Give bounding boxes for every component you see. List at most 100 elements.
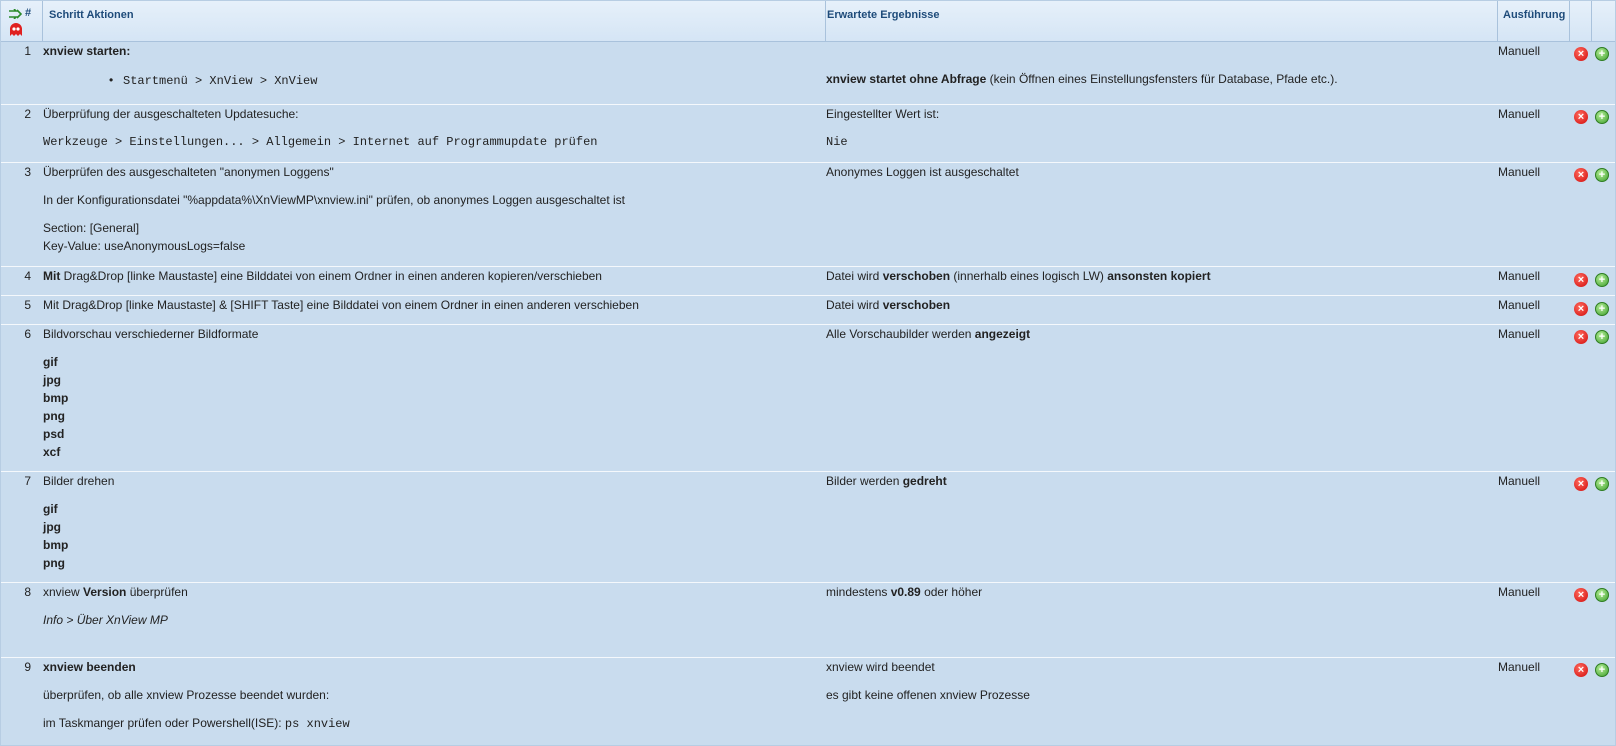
add-step-icon[interactable]: +: [1595, 663, 1609, 677]
expected-text: Alle Vorschaubilder werden: [826, 327, 975, 341]
expected-bold: verschoben: [882, 298, 951, 312]
format-item: psd: [43, 427, 65, 441]
row-number: 1: [24, 44, 31, 58]
expected-bold: verschoben: [882, 269, 951, 283]
table-row: 2 Überprüfung der ausgeschalteten Update…: [1, 105, 1615, 163]
format-item: png: [43, 409, 65, 423]
expected-result: xnview wird beendet: [826, 660, 935, 674]
bulk-edit-icon[interactable]: [8, 8, 23, 20]
ghost-icon[interactable]: [9, 23, 23, 37]
expected-text-2: oder höher: [920, 585, 983, 599]
expected-text: (kein Öffnen eines Einstellungsfensters …: [986, 72, 1338, 86]
expected-result: Eingestellter Wert ist:: [826, 107, 940, 121]
expected-result: Bilder werden gedreht: [826, 474, 947, 488]
add-step-icon[interactable]: +: [1595, 477, 1609, 491]
delete-step-icon[interactable]: ×: [1574, 47, 1588, 61]
step-action-text-2: überprüfen: [126, 585, 188, 599]
step-action: xnview starten:: [43, 44, 131, 58]
format-item: gif: [43, 502, 58, 516]
step-action-text: im Taskmanger prüfen oder Powershell(ISE…: [43, 716, 285, 730]
expected-bold: xnview startet ohne Abfrage: [826, 72, 987, 86]
expected-result: Alle Vorschaubilder werden angezeigt: [826, 327, 1030, 341]
step-action: Bilder drehen: [43, 474, 115, 488]
step-action: Mit Drag&Drop [linke Maustaste] eine Bil…: [43, 269, 602, 283]
format-item: bmp: [43, 538, 69, 552]
header-actions-cell[interactable]: Schritt Aktionen: [43, 1, 826, 41]
add-step-icon[interactable]: +: [1595, 588, 1609, 602]
header-execution: Ausführung: [1503, 9, 1566, 21]
step-action-bold: Mit: [43, 269, 61, 283]
delete-step-icon[interactable]: ×: [1574, 330, 1588, 344]
header-expected-cell[interactable]: Erwartete Ergebnisse: [826, 1, 1498, 41]
expected-text: mindestens: [826, 585, 891, 599]
row-number: 9: [24, 660, 31, 674]
row-number: 2: [24, 107, 31, 121]
add-step-icon[interactable]: +: [1595, 330, 1609, 344]
delete-step-icon[interactable]: ×: [1574, 477, 1588, 491]
format-item: gif: [43, 355, 58, 369]
expected-text: Datei wird: [826, 269, 883, 283]
row-number: 6: [24, 327, 31, 341]
row-number: 4: [24, 269, 31, 283]
header-expected: Erwartete Ergebnisse: [827, 9, 940, 21]
config-key-value: Key-Value: useAnonymousLogs=false: [43, 239, 246, 253]
table-row: 1 xnview starten: • Startmenü > XnView >…: [1, 42, 1615, 105]
delete-step-icon[interactable]: ×: [1574, 168, 1588, 182]
header-execution-cell[interactable]: Ausführung: [1498, 1, 1570, 41]
execution-mode: Manuell: [1498, 585, 1541, 599]
add-step-icon[interactable]: +: [1595, 302, 1609, 316]
delete-step-icon[interactable]: ×: [1574, 273, 1588, 287]
row-number: 3: [24, 165, 31, 179]
step-action-bold: Version: [83, 585, 127, 599]
header-num-cell[interactable]: #: [1, 1, 43, 41]
add-step-icon[interactable]: +: [1595, 110, 1609, 124]
bullet: •: [109, 73, 114, 87]
test-steps-table: # Schritt Aktionen Erwartete Ergebnisse …: [0, 0, 1616, 746]
delete-step-icon[interactable]: ×: [1574, 110, 1588, 124]
add-step-icon[interactable]: +: [1595, 168, 1609, 182]
format-item: bmp: [43, 391, 69, 405]
step-action: Mit Drag&Drop [linke Maustaste] & [SHIFT…: [43, 298, 639, 312]
step-action-detail: überprüfen, ob alle xnview Prozesse been…: [43, 688, 330, 702]
step-action-text: Drag&Drop [linke Maustaste] eine Bilddat…: [60, 269, 602, 283]
step-action-detail-2: im Taskmanger prüfen oder Powershell(ISE…: [43, 716, 350, 731]
step-action-detail: Info > Über XnView MP: [43, 613, 168, 627]
format-item: xcf: [43, 445, 61, 459]
row-number: 8: [24, 585, 31, 599]
expected-result-2: es gibt keine offenen xnview Prozesse: [826, 688, 1030, 702]
table-row: 5 Mit Drag&Drop [linke Maustaste] & [SHI…: [1, 296, 1615, 325]
add-step-icon[interactable]: +: [1595, 273, 1609, 287]
step-action: Bildvorschau verschiederner Bildformate: [43, 327, 259, 341]
delete-step-icon[interactable]: ×: [1574, 588, 1588, 602]
header-add-cell: [1592, 1, 1615, 41]
format-item: jpg: [43, 373, 61, 387]
table-row: 9 xnview beenden überprüfen, ob alle xnv…: [1, 658, 1615, 745]
header-actions: Schritt Aktionen: [49, 9, 134, 21]
expected-result: Datei wird verschoben: [826, 298, 950, 312]
table-row: 6 Bildvorschau verschiederner Bildformat…: [1, 325, 1615, 472]
delete-step-icon[interactable]: ×: [1574, 302, 1588, 316]
add-step-icon[interactable]: +: [1595, 47, 1609, 61]
expected-text-2: (innerhalb eines logisch LW): [950, 269, 1108, 283]
step-action: Überprüfen des ausgeschalteten "anonymen…: [43, 165, 334, 179]
expected-value: Nie: [826, 135, 848, 149]
delete-step-icon[interactable]: ×: [1574, 663, 1588, 677]
execution-mode: Manuell: [1498, 165, 1541, 179]
expected-bold: v0.89: [890, 585, 921, 599]
execution-mode: Manuell: [1498, 474, 1541, 488]
step-action: xnview Version überprüfen: [43, 585, 188, 599]
step-action-detail: Startmenü > XnView > XnView: [123, 74, 318, 88]
expected-result: Datei wird verschoben (innerhalb eines l…: [826, 269, 1211, 283]
table-row: 4 Mit Drag&Drop [linke Maustaste] eine B…: [1, 267, 1615, 296]
row-number: 7: [24, 474, 31, 488]
execution-mode: Manuell: [1498, 298, 1541, 312]
table-row: 3 Überprüfen des ausgeschalteten "anonym…: [1, 163, 1615, 267]
table-row: 8 xnview Version überprüfen Info > Über …: [1, 583, 1615, 658]
step-action-detail: Werkzeuge > Einstellungen... > Allgemein…: [43, 135, 598, 149]
execution-mode: Manuell: [1498, 107, 1541, 121]
expected-text: Bilder werden: [826, 474, 903, 488]
table-row: 7 Bilder drehen gif jpg bmp png Bilder w…: [1, 472, 1615, 583]
step-action: Überprüfung der ausgeschalteten Updatesu…: [43, 107, 299, 121]
expected-bold-2: ansonsten kopiert: [1107, 269, 1211, 283]
execution-mode: Manuell: [1498, 660, 1541, 674]
